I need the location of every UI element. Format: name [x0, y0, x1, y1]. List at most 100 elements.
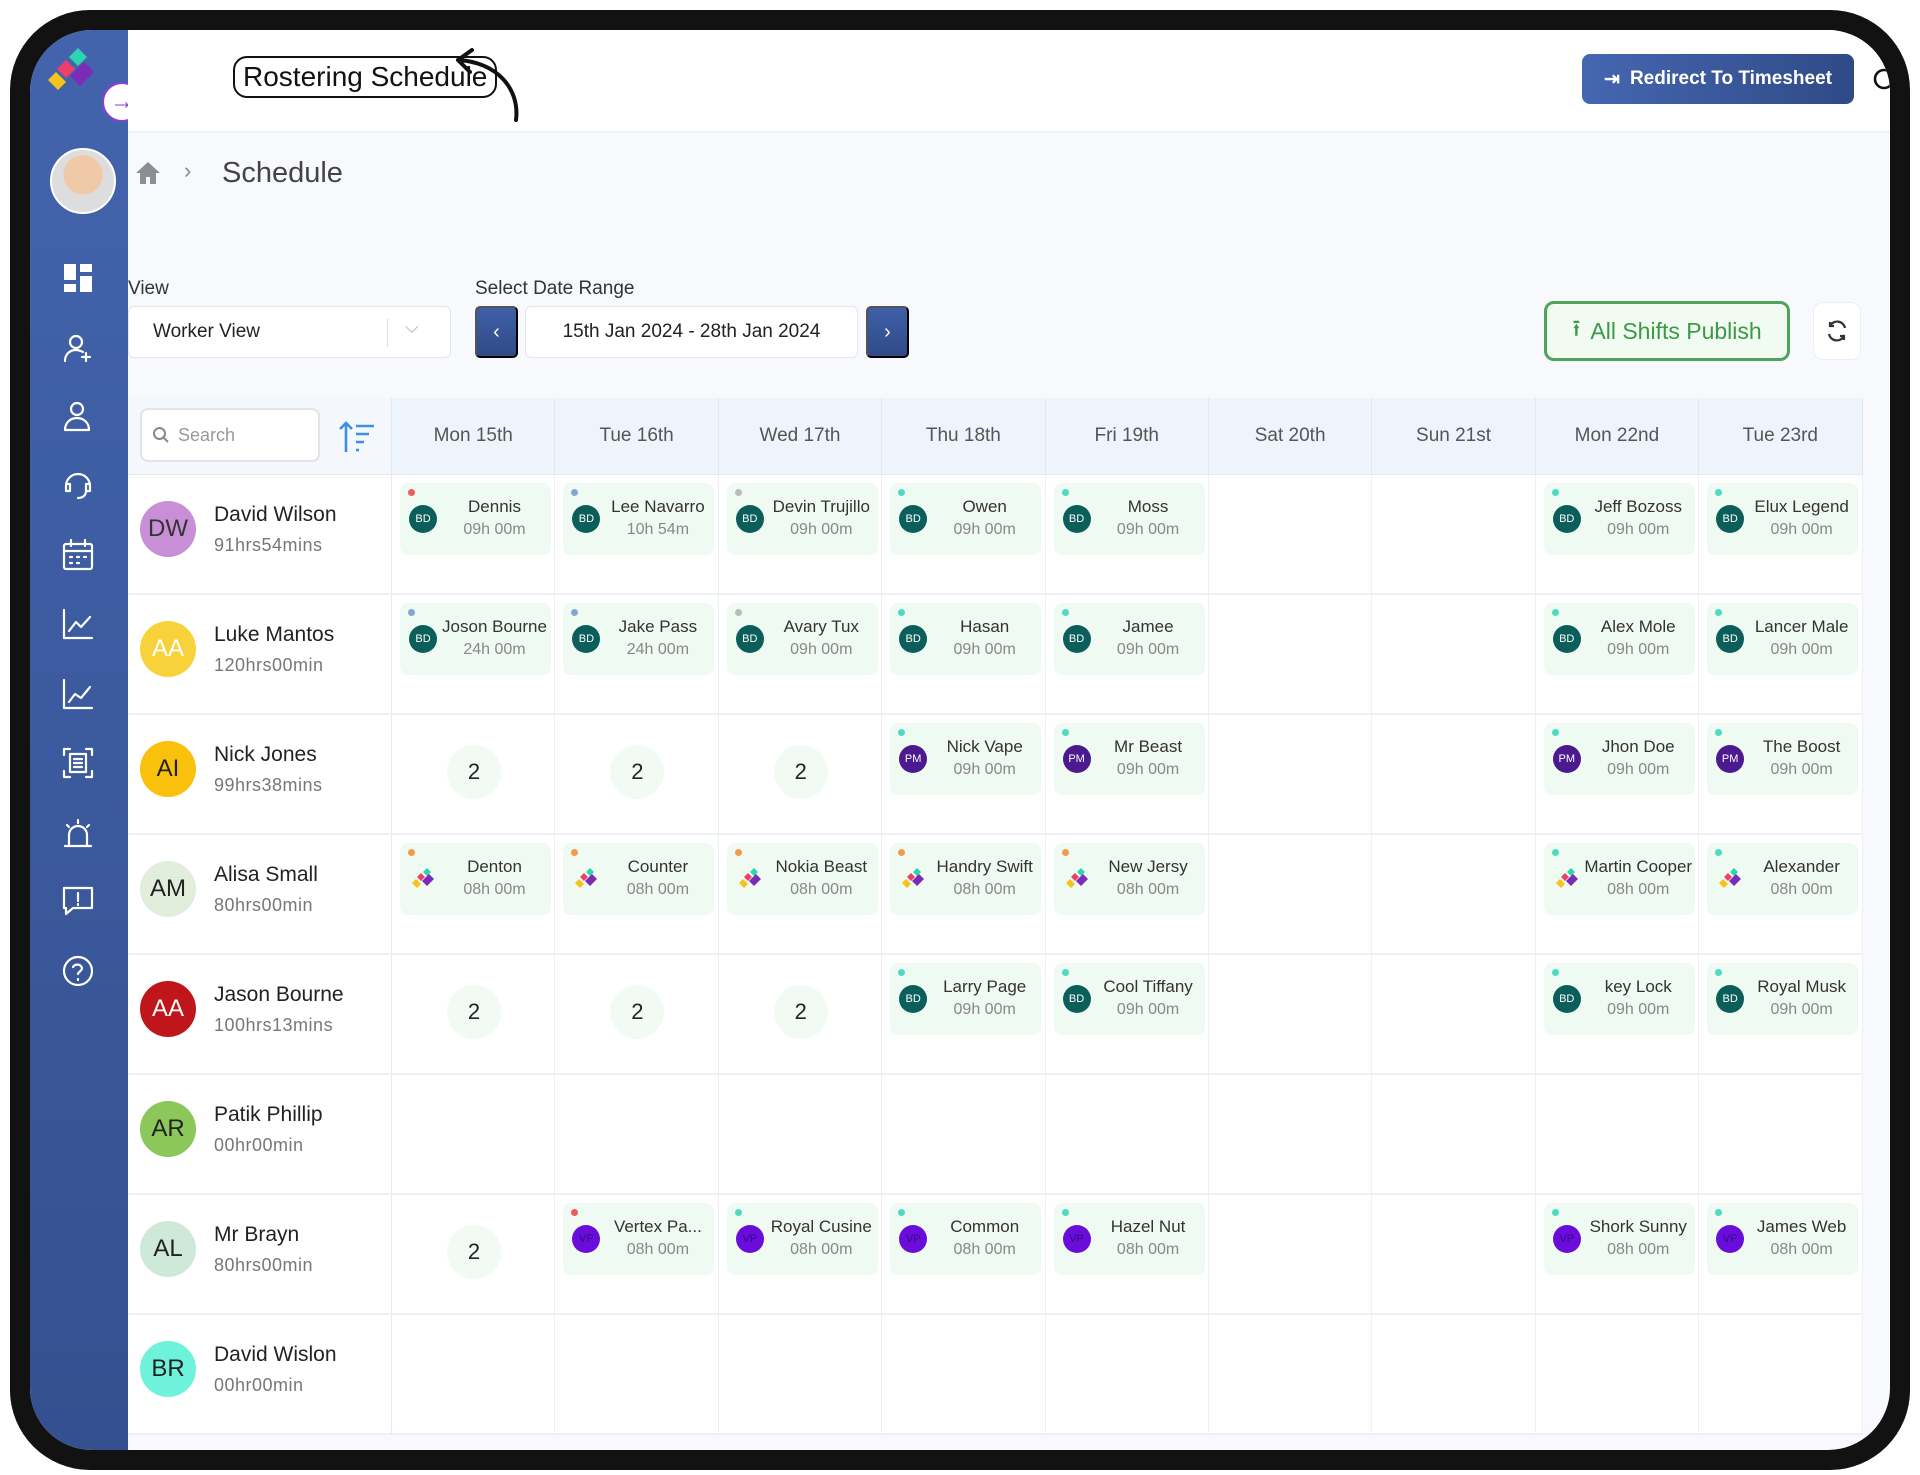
shift-card[interactable]: VP Hazel Nut 08h 00m	[1053, 1203, 1205, 1275]
shift-card[interactable]: BD Jeff Bozoss 09h 00m	[1543, 483, 1695, 555]
feedback-icon[interactable]	[61, 884, 95, 918]
schedule-cell[interactable]	[1699, 1315, 1863, 1433]
schedule-cell[interactable]: 2	[392, 955, 556, 1073]
user-avatar[interactable]	[50, 148, 116, 214]
chart-icon[interactable]	[61, 607, 95, 641]
shift-card[interactable]: Alexander 08h 00m	[1707, 843, 1859, 915]
shift-card[interactable]: VP Shork Sunny 08h 00m	[1543, 1203, 1695, 1275]
schedule-cell[interactable]	[1699, 1075, 1863, 1193]
schedule-cell[interactable]	[1372, 835, 1536, 953]
schedule-cell[interactable]: VP Common 08h 00m	[882, 1195, 1046, 1313]
schedule-cell[interactable]: 2	[719, 715, 883, 833]
shift-card[interactable]: PM Mr Beast 09h 00m	[1053, 723, 1205, 795]
shift-card[interactable]: BD Moss 09h 00m	[1053, 483, 1205, 555]
shift-card[interactable]: BD Devin Trujillo 09h 00m	[726, 483, 878, 555]
schedule-cell[interactable]: BD Jeff Bozoss 09h 00m	[1536, 475, 1700, 593]
schedule-cell[interactable]	[1372, 595, 1536, 713]
schedule-cell[interactable]	[1372, 1315, 1536, 1433]
schedule-cell[interactable]	[1209, 835, 1373, 953]
schedule-cell[interactable]: BD Dennis 09h 00m	[392, 475, 556, 593]
shift-card[interactable]: Martin Cooper 08h 00m	[1543, 843, 1695, 915]
schedule-cell[interactable]: 2	[719, 955, 883, 1073]
date-range-field[interactable]: 15th Jan 2024 - 28th Jan 2024	[525, 306, 858, 358]
calendar-icon[interactable]	[61, 538, 95, 572]
schedule-cell[interactable]: PM Nick Vape 09h 00m	[882, 715, 1046, 833]
schedule-cell[interactable]: VP James Web 08h 00m	[1699, 1195, 1863, 1313]
shift-card[interactable]: BD Cool Tiffany 09h 00m	[1053, 963, 1205, 1035]
schedule-cell[interactable]: BD Elux Legend 09h 00m	[1699, 475, 1863, 593]
search-input[interactable]: Search	[140, 408, 320, 462]
schedule-cell[interactable]: 2	[555, 715, 719, 833]
support-icon[interactable]	[61, 468, 95, 502]
shift-card[interactable]: VP Common 08h 00m	[890, 1203, 1042, 1275]
schedule-cell[interactable]	[1536, 1075, 1700, 1193]
schedule-cell[interactable]: Denton 08h 00m	[392, 835, 556, 953]
schedule-cell[interactable]	[1209, 955, 1373, 1073]
shift-card[interactable]: BD Royal Musk 09h 00m	[1707, 963, 1859, 1035]
schedule-cell[interactable]	[1209, 475, 1373, 593]
shift-count-badge[interactable]: 2	[447, 745, 501, 799]
schedule-cell[interactable]: BD Cool Tiffany 09h 00m	[1046, 955, 1209, 1073]
shift-card[interactable]: VP James Web 08h 00m	[1707, 1203, 1859, 1275]
report-icon[interactable]	[61, 746, 95, 780]
help-icon[interactable]	[61, 954, 95, 988]
shift-card[interactable]: BD Lancer Male 09h 00m	[1707, 603, 1859, 675]
schedule-cell[interactable]	[1209, 715, 1373, 833]
next-range-button[interactable]: ›	[866, 306, 909, 358]
schedule-cell[interactable]: BD Owen 09h 00m	[882, 475, 1046, 593]
schedule-cell[interactable]	[1372, 715, 1536, 833]
schedule-cell[interactable]: BD Lee Navarro 10h 54m	[555, 475, 719, 593]
home-icon[interactable]	[134, 160, 162, 186]
shift-card[interactable]: Counter 08h 00m	[563, 843, 715, 915]
shift-card[interactable]: BD Dennis 09h 00m	[400, 483, 551, 555]
worker-info[interactable]: AM Alisa Small 80hrs00min	[128, 835, 392, 953]
worker-info[interactable]: AR Patik Phillip 00hr00min	[128, 1075, 392, 1193]
shift-card[interactable]: PM The Boost 09h 00m	[1707, 723, 1859, 795]
schedule-cell[interactable]: Nokia Beast 08h 00m	[719, 835, 883, 953]
shift-card[interactable]: Handry Swift 08h 00m	[890, 843, 1042, 915]
schedule-cell[interactable]	[1209, 1075, 1373, 1193]
schedule-cell[interactable]: BD Devin Trujillo 09h 00m	[719, 475, 883, 593]
shift-card[interactable]: PM Nick Vape 09h 00m	[890, 723, 1042, 795]
shift-count-badge[interactable]: 2	[447, 1225, 501, 1279]
shift-card[interactable]: PM Jhon Doe 09h 00m	[1543, 723, 1695, 795]
worker-info[interactable]: AI Nick Jones 99hrs38mins	[128, 715, 392, 833]
schedule-cell[interactable]: Handry Swift 08h 00m	[882, 835, 1046, 953]
schedule-cell[interactable]	[392, 1075, 556, 1193]
schedule-cell[interactable]	[392, 1315, 556, 1433]
schedule-cell[interactable]	[1046, 1075, 1209, 1193]
shift-card[interactable]: VP Royal Cusine 08h 00m	[726, 1203, 878, 1275]
shift-count-badge[interactable]: 2	[610, 745, 665, 799]
shift-card[interactable]: BD Joson Bourne 24h 00m	[400, 603, 551, 675]
schedule-cell[interactable]	[1046, 1315, 1209, 1433]
users-icon[interactable]	[61, 399, 95, 433]
schedule-cell[interactable]: BD key Lock 09h 00m	[1536, 955, 1700, 1073]
shift-card[interactable]: BD Lee Navarro 10h 54m	[563, 483, 715, 555]
schedule-cell[interactable]: BD Jamee 09h 00m	[1046, 595, 1209, 713]
schedule-cell[interactable]: BD Hasan 09h 00m	[882, 595, 1046, 713]
schedule-cell[interactable]	[1536, 1315, 1700, 1433]
shift-card[interactable]: Denton 08h 00m	[400, 843, 551, 915]
prev-range-button[interactable]: ‹	[475, 306, 518, 358]
schedule-cell[interactable]	[555, 1075, 719, 1193]
schedule-cell[interactable]: New Jersy 08h 00m	[1046, 835, 1209, 953]
alarm-icon[interactable]	[61, 816, 95, 850]
schedule-cell[interactable]	[719, 1075, 883, 1193]
shift-card[interactable]: BD Larry Page 09h 00m	[890, 963, 1042, 1035]
schedule-cell[interactable]	[719, 1315, 883, 1433]
schedule-cell[interactable]: 2	[392, 715, 556, 833]
worker-info[interactable]: AL Mr Brayn 80hrs00min	[128, 1195, 392, 1313]
redirect-to-timesheet-button[interactable]: ⇥ Redirect To Timesheet	[1582, 54, 1854, 104]
shift-count-badge[interactable]: 2	[773, 745, 828, 799]
shift-card[interactable]: BD Jake Pass 24h 00m	[563, 603, 715, 675]
analytics-icon[interactable]	[61, 677, 95, 711]
add-user-icon[interactable]	[61, 331, 95, 365]
shift-card[interactable]: Nokia Beast 08h 00m	[726, 843, 878, 915]
schedule-cell[interactable]: 2	[555, 955, 719, 1073]
schedule-cell[interactable]	[1372, 475, 1536, 593]
schedule-cell[interactable]	[1209, 1195, 1373, 1313]
shift-count-badge[interactable]: 2	[610, 985, 665, 1039]
schedule-cell[interactable]: PM Mr Beast 09h 00m	[1046, 715, 1209, 833]
schedule-cell[interactable]: BD Alex Mole 09h 00m	[1536, 595, 1700, 713]
schedule-cell[interactable]: VP Hazel Nut 08h 00m	[1046, 1195, 1209, 1313]
